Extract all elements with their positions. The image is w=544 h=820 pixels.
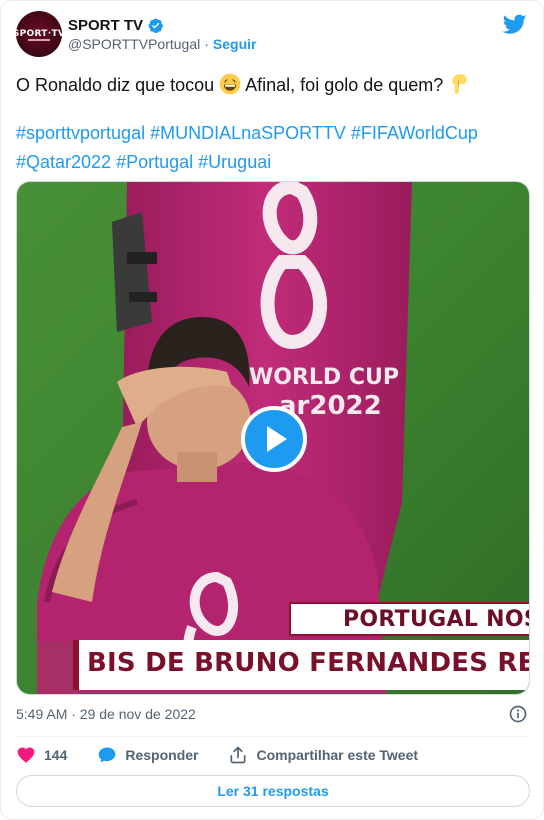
avatar[interactable]: SPORT·TV (16, 11, 62, 57)
play-icon (266, 426, 287, 452)
hashtag-link[interactable]: #Portugal (116, 152, 193, 172)
hashtag-line-2: #Qatar2022 #Portugal #Uruguai (16, 148, 530, 177)
hashtags: #sporttvportugal #MUNDIALnaSPORTTV #FIFA… (16, 119, 530, 177)
info-icon[interactable] (508, 704, 528, 724)
lower-third-bottom-text: BIS DE BRUNO FERNANDES RES (87, 648, 530, 678)
like-count: 144 (44, 747, 68, 763)
tweet-text-part-1: O Ronaldo diz que tocou (16, 75, 220, 95)
handle[interactable]: @SPORTTVPortugal (68, 36, 200, 52)
lower-third-top: PORTUGAL NOS (289, 602, 530, 636)
display-name[interactable]: SPORT TV (68, 17, 143, 34)
twitter-bird-icon[interactable] (503, 12, 527, 36)
like-button[interactable]: 144 (16, 745, 67, 765)
share-label: Compartilhar este Tweet (256, 747, 419, 763)
backhand-index-pointing-down-emoji-icon (452, 74, 467, 94)
share-button[interactable]: Compartilhar este Tweet (228, 745, 418, 765)
reply-button[interactable]: Responder (97, 745, 198, 765)
lower-third-accent (73, 640, 79, 690)
hashtag-link[interactable]: #sporttvportugal (16, 123, 145, 143)
divider (16, 736, 528, 737)
lower-third-top-text: PORTUGAL NOS (343, 607, 530, 632)
tweet-card: SPORT·TV SPORT TV @SPORTTVPortugal · Seg… (0, 0, 544, 820)
avatar-logo-bar (28, 39, 50, 41)
action-bar: 144 Responder Compartilhar este Tweet (16, 743, 448, 767)
read-replies-button[interactable]: Ler 31 respostas (16, 775, 530, 807)
lower-third-bottom: BIS DE BRUNO FERNANDES RES (73, 640, 530, 690)
tweet-header: SPORT·TV SPORT TV @SPORTTVPortugal · Seg… (16, 11, 531, 59)
verified-badge-icon (148, 18, 163, 33)
name-row: SPORT TV (68, 15, 256, 35)
speech-bubble-icon (99, 747, 116, 763)
hashtag-link[interactable]: #Uruguai (198, 152, 271, 172)
hashtag-link[interactable]: #Qatar2022 (16, 152, 111, 172)
user-block: SPORT TV @SPORTTVPortugal · Seguir (68, 15, 256, 53)
hashtag-link[interactable]: #FIFAWorldCup (351, 123, 478, 143)
video-player[interactable]: WORLD CUP ar2022 PORTUGAL NOS BIS DE BRU… (16, 181, 530, 695)
hashtag-link[interactable]: #MUNDIALnaSPORTTV (150, 123, 346, 143)
follow-link[interactable]: Seguir (213, 36, 257, 52)
tweet-text-part-2: Afinal, foi golo de quem? (241, 75, 449, 95)
play-button[interactable] (241, 406, 307, 472)
share-icon (230, 746, 246, 764)
handle-separator: · (204, 36, 209, 52)
reply-label: Responder (125, 747, 199, 763)
bib-text-line-1: WORLD CUP (249, 365, 399, 390)
handle-row: @SPORTTVPortugal · Seguir (68, 36, 256, 52)
tweet-text: O Ronaldo diz que tocou Afinal, foi golo… (16, 71, 530, 100)
grinning-face-emoji-icon (219, 73, 241, 95)
hashtag-line-1: #sporttvportugal #MUNDIALnaSPORTTV #FIFA… (16, 119, 530, 148)
heart-icon (17, 747, 35, 763)
avatar-logo-text: SPORT·TV (16, 29, 62, 39)
tweet-timestamp[interactable]: 5:49 AM · 29 de nov de 2022 (16, 706, 196, 722)
